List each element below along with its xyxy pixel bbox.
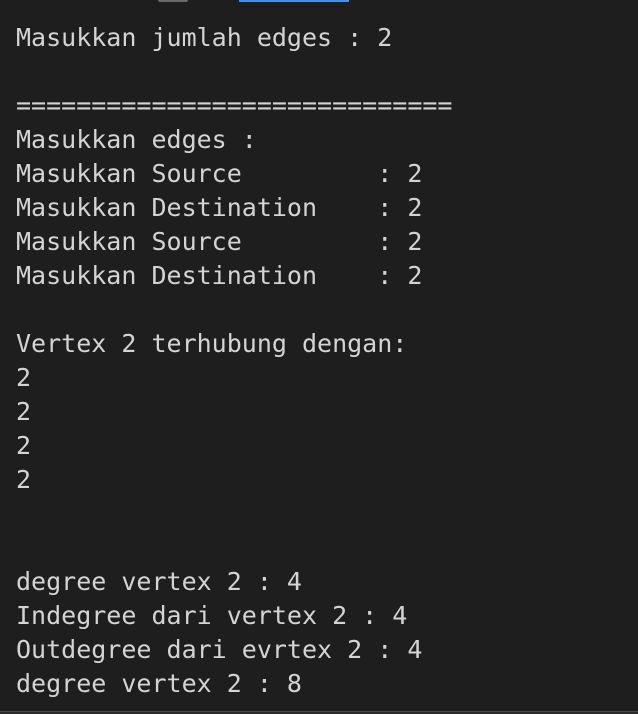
terminal-line: Masukkan Destination : 2 — [16, 193, 423, 222]
terminal-line: 2 — [16, 465, 32, 494]
terminal-line: Outdegree dari evrtex 2 : 4 — [16, 635, 423, 664]
terminal-line: Indegree dari vertex 2 : 4 — [16, 601, 408, 630]
terminal-line: degree vertex 2 : 4 — [16, 567, 302, 596]
terminal-line: Vertex 2 terhubung dengan: — [16, 329, 408, 358]
terminal-line: Masukkan Source : 2 — [16, 227, 423, 256]
terminal-line: 2 — [16, 397, 32, 426]
terminal-line: 2 — [16, 363, 32, 392]
terminal-line: ============================= — [16, 91, 453, 120]
terminal-line: Masukkan jumlah edges : 2 — [16, 23, 393, 52]
terminal-line: Masukkan Source : 2 — [16, 159, 423, 188]
tab-edge-decoration — [158, 0, 188, 2]
active-terminal-tab-indicator — [239, 0, 349, 2]
terminal-line: 2 — [16, 431, 32, 460]
terminal-output: Masukkan jumlah edges : 2 ==============… — [16, 21, 638, 701]
terminal-line: Masukkan edges : — [16, 125, 257, 154]
terminal-line: Masukkan Destination : 2 — [16, 261, 423, 290]
terminal-line: degree vertex 2 : 8 — [16, 669, 302, 698]
